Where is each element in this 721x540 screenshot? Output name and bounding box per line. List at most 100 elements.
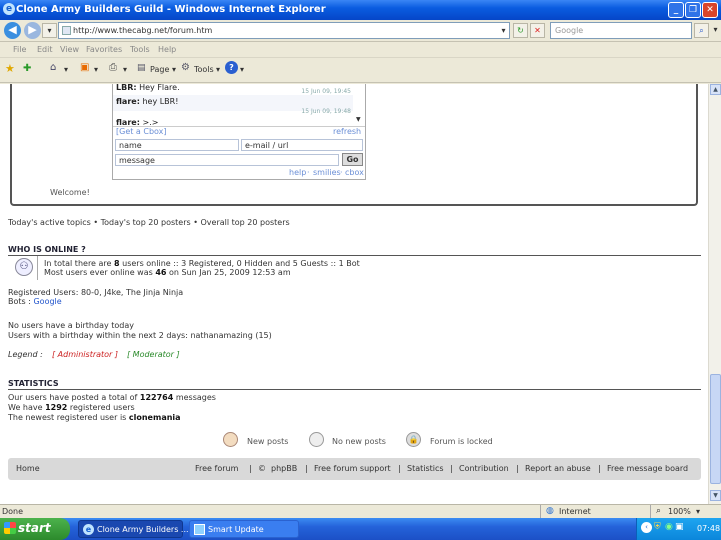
- footer-free-forum-link[interactable]: Free forum: [195, 464, 238, 473]
- windows-logo-icon: [4, 522, 16, 534]
- taskbar-item-label: Clone Army Builders ...: [97, 525, 189, 534]
- page-menu[interactable]: Page: [150, 65, 169, 74]
- chat-user: flare:: [116, 97, 140, 106]
- taskbar-item-label: Smart Update: [208, 525, 264, 534]
- address-dropdown-icon[interactable]: ▾: [496, 24, 511, 39]
- stats-newest-prefix: The newest registered user is: [8, 413, 129, 422]
- stop-button[interactable]: ✕: [530, 23, 545, 38]
- footer-home-link[interactable]: Home: [16, 464, 40, 473]
- bot-google-link[interactable]: Google: [33, 297, 61, 306]
- online-record: Most users ever online was 46 on Sun Jan…: [44, 268, 291, 277]
- forum-locked-icon: 🔒: [406, 432, 421, 447]
- footer-support-link[interactable]: Free forum support: [314, 464, 391, 473]
- footer-contribution-link[interactable]: Contribution: [459, 464, 509, 473]
- home-icon[interactable]: ⌂: [50, 62, 56, 73]
- back-button[interactable]: ◀: [4, 22, 21, 39]
- print-dropdown-icon[interactable]: ▾: [123, 65, 127, 74]
- page-dropdown-icon[interactable]: ▾: [172, 65, 176, 74]
- get-cbox-link[interactable]: [Get a Cbox]: [116, 127, 167, 136]
- chat-scroll-down-icon[interactable]: ▼: [356, 116, 361, 123]
- stats-messages-prefix: Our users have posted a total of: [8, 393, 140, 402]
- start-button[interactable]: start: [0, 518, 70, 540]
- zoom-icon: ⌕: [656, 506, 662, 516]
- refresh-button[interactable]: ↻: [513, 23, 528, 38]
- home-dropdown-icon[interactable]: ▾: [64, 65, 68, 74]
- scroll-up-icon[interactable]: ▲: [710, 84, 721, 95]
- search-button[interactable]: ⌕: [694, 23, 709, 38]
- favorites-star-icon[interactable]: ★: [5, 62, 15, 75]
- page-scrollbar[interactable]: ▲ ▼: [708, 84, 721, 504]
- help-dropdown-icon[interactable]: ▾: [240, 65, 244, 74]
- birthday-upcoming[interactable]: Users with a birthday within the next 2 …: [8, 331, 272, 340]
- menu-bar: File Edit View Favorites Tools Help: [0, 42, 721, 58]
- network-icon[interactable]: ▣: [675, 522, 684, 532]
- refresh-link[interactable]: refresh: [333, 127, 361, 136]
- footer-phpbb-link[interactable]: phpBB: [271, 464, 297, 473]
- smilies-link[interactable]: smilies: [313, 168, 341, 177]
- minimize-button[interactable]: _: [668, 2, 684, 18]
- clock[interactable]: 07:48: [697, 524, 720, 533]
- tools-dropdown-icon[interactable]: ▾: [216, 65, 220, 74]
- bots-label: Bots :: [8, 297, 34, 306]
- menu-view[interactable]: View: [60, 45, 79, 54]
- add-favorites-icon[interactable]: ✚: [23, 63, 31, 74]
- tray-app-icon[interactable]: ◉: [665, 522, 673, 532]
- who-is-online-heading: WHO IS ONLINE ?: [8, 245, 86, 254]
- chat-timestamp: 15 Jun 09, 19:48: [301, 108, 351, 115]
- scroll-down-icon[interactable]: ▼: [710, 490, 721, 501]
- help-link[interactable]: help: [289, 168, 306, 177]
- newest-user-link[interactable]: clonemania: [129, 413, 181, 422]
- tools-menu[interactable]: Tools: [194, 65, 214, 74]
- divider: [540, 505, 541, 519]
- footer-message-board-link[interactable]: Free message board: [607, 464, 688, 473]
- go-button[interactable]: Go: [342, 153, 363, 166]
- taskbar-item-ie[interactable]: e Clone Army Builders ...: [78, 520, 189, 538]
- divider: [37, 256, 38, 280]
- online-record-suffix: on Sun Jan 25, 2009 12:53 am: [166, 268, 291, 277]
- legend-label: Legend :: [8, 350, 43, 359]
- maximize-button[interactable]: ❐: [685, 2, 701, 18]
- search-options-icon[interactable]: ▾: [708, 23, 721, 38]
- taskbar: start e Clone Army Builders ... Smart Up…: [0, 518, 721, 540]
- taskbar-item-smart-update[interactable]: Smart Update: [189, 520, 299, 538]
- address-bar[interactable]: http://www.thecabg.net/forum.htm: [58, 22, 510, 39]
- scroll-thumb[interactable]: [710, 374, 721, 484]
- no-new-posts-label: No new posts: [332, 437, 386, 446]
- bots-line: Bots : Google: [8, 297, 62, 306]
- footer-separator: |: [305, 464, 308, 473]
- footer-bar: Home Free forum | © phpBB | Free forum s…: [8, 458, 701, 480]
- title-bar: e Clone Army Builders Guild - Windows In…: [0, 0, 721, 20]
- close-button[interactable]: ✕: [702, 2, 718, 18]
- tray-expand-icon[interactable]: ‹: [641, 522, 652, 533]
- zoom-level[interactable]: 100%: [668, 507, 691, 516]
- forward-button[interactable]: ▶: [24, 22, 41, 39]
- cbox-link[interactable]: cbox: [345, 168, 364, 177]
- chat-text: hey LBR!: [139, 97, 179, 106]
- registered-users[interactable]: Registered Users: 80-0, J4ke, The Jinja …: [8, 288, 183, 297]
- menu-help[interactable]: Help: [158, 45, 176, 54]
- zoom-dropdown-icon[interactable]: ▾: [696, 507, 700, 516]
- print-icon[interactable]: ⎙: [109, 62, 117, 73]
- stats-messages-count: 122764: [139, 393, 174, 402]
- menu-favorites[interactable]: Favorites: [86, 45, 122, 54]
- footer-separator: |: [516, 464, 519, 473]
- page-favicon-icon: [62, 26, 71, 35]
- search-input[interactable]: Google: [550, 22, 692, 39]
- feeds-icon[interactable]: ▣: [80, 62, 89, 73]
- name-field[interactable]: name: [115, 139, 239, 151]
- footer-statistics-link[interactable]: Statistics: [407, 464, 444, 473]
- message-field[interactable]: message: [115, 154, 339, 166]
- history-dropdown-button[interactable]: ▾: [42, 23, 57, 38]
- stats-newest: The newest registered user is clonemania: [8, 413, 181, 422]
- help-icon[interactable]: ?: [225, 61, 238, 74]
- statistics-heading: STATISTICS: [8, 379, 59, 388]
- email-field[interactable]: e-mail / url: [241, 139, 363, 151]
- topics-links[interactable]: Today's active topics • Today's top 20 p…: [8, 218, 290, 227]
- menu-file[interactable]: File: [13, 45, 26, 54]
- feeds-dropdown-icon[interactable]: ▾: [94, 65, 98, 74]
- footer-abuse-link[interactable]: Report an abuse: [525, 464, 591, 473]
- menu-tools[interactable]: Tools: [130, 45, 150, 54]
- security-shield-icon[interactable]: ⛨: [654, 522, 661, 532]
- menu-edit[interactable]: Edit: [37, 45, 53, 54]
- page-content: Welcome! LBR: Hey Flare. 15 Jun 09, 19:4…: [0, 84, 708, 504]
